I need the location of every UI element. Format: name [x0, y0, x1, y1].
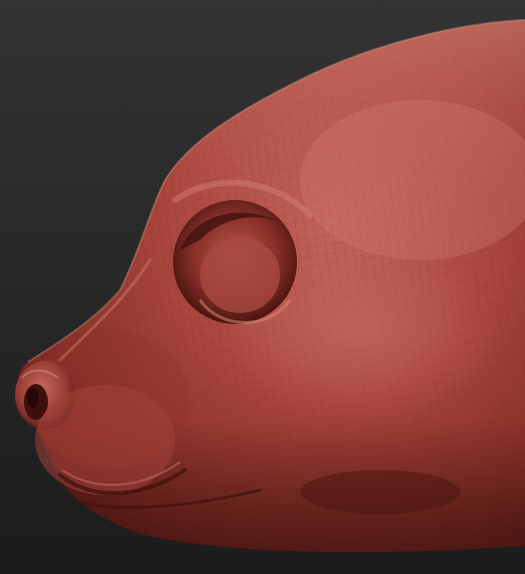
sculpt-model	[15, 19, 525, 552]
viewport[interactable]	[0, 0, 525, 574]
eye-socket	[173, 200, 297, 324]
